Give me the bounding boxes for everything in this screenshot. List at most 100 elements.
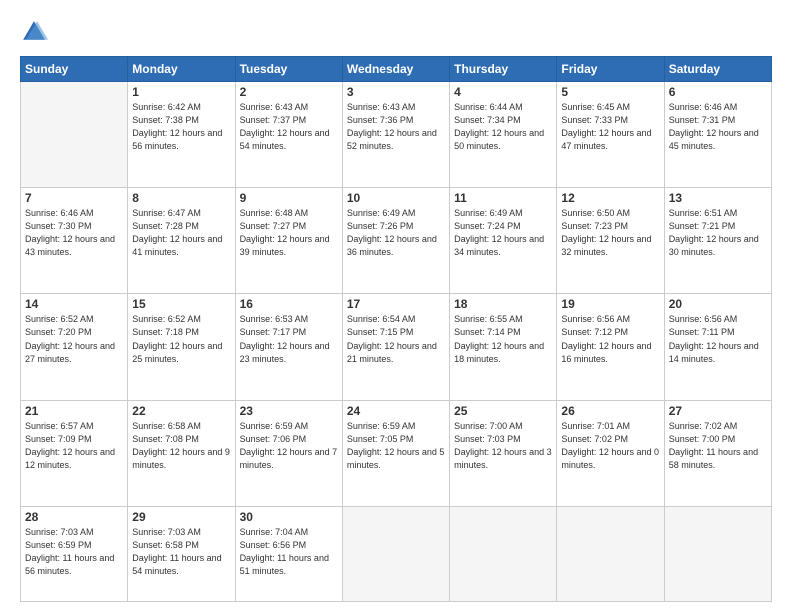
- day-detail: Sunrise: 6:49 AMSunset: 7:24 PMDaylight:…: [454, 207, 552, 259]
- day-number: 3: [347, 85, 445, 99]
- day-detail: Sunrise: 6:51 AMSunset: 7:21 PMDaylight:…: [669, 207, 767, 259]
- day-detail: Sunrise: 7:03 AMSunset: 6:59 PMDaylight:…: [25, 526, 123, 578]
- calendar-cell: 14 Sunrise: 6:52 AMSunset: 7:20 PMDayligh…: [21, 294, 128, 400]
- day-number: 5: [561, 85, 659, 99]
- day-number: 21: [25, 404, 123, 418]
- day-detail: Sunrise: 6:48 AMSunset: 7:27 PMDaylight:…: [240, 207, 338, 259]
- day-number: 9: [240, 191, 338, 205]
- day-detail: Sunrise: 6:46 AMSunset: 7:30 PMDaylight:…: [25, 207, 123, 259]
- day-number: 29: [132, 510, 230, 524]
- day-number: 17: [347, 297, 445, 311]
- weekday-header: Saturday: [664, 57, 771, 82]
- calendar-cell: 17 Sunrise: 6:54 AMSunset: 7:15 PMDayligh…: [342, 294, 449, 400]
- day-detail: Sunrise: 6:47 AMSunset: 7:28 PMDaylight:…: [132, 207, 230, 259]
- calendar-cell: 25 Sunrise: 7:00 AMSunset: 7:03 PMDayligh…: [450, 400, 557, 506]
- day-number: 1: [132, 85, 230, 99]
- day-number: 14: [25, 297, 123, 311]
- day-number: 30: [240, 510, 338, 524]
- calendar-week-row: 21 Sunrise: 6:57 AMSunset: 7:09 PMDayligh…: [21, 400, 772, 506]
- calendar-cell: 13 Sunrise: 6:51 AMSunset: 7:21 PMDayligh…: [664, 188, 771, 294]
- calendar-cell: 12 Sunrise: 6:50 AMSunset: 7:23 PMDayligh…: [557, 188, 664, 294]
- calendar-cell: [450, 506, 557, 601]
- calendar-cell: 16 Sunrise: 6:53 AMSunset: 7:17 PMDayligh…: [235, 294, 342, 400]
- calendar-week-row: 7 Sunrise: 6:46 AMSunset: 7:30 PMDaylight…: [21, 188, 772, 294]
- calendar-cell: [342, 506, 449, 601]
- calendar-cell: 10 Sunrise: 6:49 AMSunset: 7:26 PMDayligh…: [342, 188, 449, 294]
- calendar-cell: 22 Sunrise: 6:58 AMSunset: 7:08 PMDayligh…: [128, 400, 235, 506]
- day-number: 20: [669, 297, 767, 311]
- calendar-cell: 23Sunrise: 6:59 AMSunset: 7:06 PMDayligh…: [235, 400, 342, 506]
- day-number: 7: [25, 191, 123, 205]
- calendar-cell: [21, 82, 128, 188]
- calendar-cell: 4Sunrise: 6:44 AMSunset: 7:34 PMDaylight…: [450, 82, 557, 188]
- calendar-cell: 26 Sunrise: 7:01 AMSunset: 7:02 PMDayligh…: [557, 400, 664, 506]
- day-detail: Sunrise: 6:59 AMSunset: 7:06 PMDaylight:…: [240, 420, 338, 472]
- calendar-cell: 1 Sunrise: 6:42 AMSunset: 7:38 PMDaylight…: [128, 82, 235, 188]
- day-detail: Sunrise: 6:46 AMSunset: 7:31 PMDaylight:…: [669, 101, 767, 153]
- day-detail: Sunrise: 7:04 AMSunset: 6:56 PMDaylight:…: [240, 526, 338, 578]
- day-number: 12: [561, 191, 659, 205]
- calendar-cell: 3 Sunrise: 6:43 AMSunset: 7:36 PMDaylight…: [342, 82, 449, 188]
- day-detail: Sunrise: 6:53 AMSunset: 7:17 PMDaylight:…: [240, 313, 338, 365]
- day-detail: Sunrise: 7:00 AMSunset: 7:03 PMDaylight:…: [454, 420, 552, 472]
- calendar-cell: 21 Sunrise: 6:57 AMSunset: 7:09 PMDayligh…: [21, 400, 128, 506]
- calendar-cell: 24Sunrise: 6:59 AMSunset: 7:05 PMDayligh…: [342, 400, 449, 506]
- calendar-cell: 30 Sunrise: 7:04 AMSunset: 6:56 PMDayligh…: [235, 506, 342, 601]
- day-number: 22: [132, 404, 230, 418]
- day-number: 27: [669, 404, 767, 418]
- calendar-week-row: 1 Sunrise: 6:42 AMSunset: 7:38 PMDaylight…: [21, 82, 772, 188]
- weekday-header: Sunday: [21, 57, 128, 82]
- day-detail: Sunrise: 6:43 AMSunset: 7:37 PMDaylight:…: [240, 101, 338, 153]
- day-detail: Sunrise: 6:57 AMSunset: 7:09 PMDaylight:…: [25, 420, 123, 472]
- day-detail: Sunrise: 7:03 AMSunset: 6:58 PMDaylight:…: [132, 526, 230, 578]
- day-detail: Sunrise: 6:52 AMSunset: 7:20 PMDaylight:…: [25, 313, 123, 365]
- calendar-cell: [664, 506, 771, 601]
- day-detail: Sunrise: 6:43 AMSunset: 7:36 PMDaylight:…: [347, 101, 445, 153]
- day-number: 25: [454, 404, 552, 418]
- weekday-header: Friday: [557, 57, 664, 82]
- day-detail: Sunrise: 6:56 AMSunset: 7:11 PMDaylight:…: [669, 313, 767, 365]
- weekday-header: Wednesday: [342, 57, 449, 82]
- calendar-cell: 28 Sunrise: 7:03 AMSunset: 6:59 PMDayligh…: [21, 506, 128, 601]
- calendar-cell: 11 Sunrise: 6:49 AMSunset: 7:24 PMDayligh…: [450, 188, 557, 294]
- calendar-cell: 8 Sunrise: 6:47 AMSunset: 7:28 PMDaylight…: [128, 188, 235, 294]
- calendar-cell: 20 Sunrise: 6:56 AMSunset: 7:11 PMDayligh…: [664, 294, 771, 400]
- day-detail: Sunrise: 6:56 AMSunset: 7:12 PMDaylight:…: [561, 313, 659, 365]
- day-detail: Sunrise: 6:44 AMSunset: 7:34 PMDaylight:…: [454, 101, 552, 153]
- day-detail: Sunrise: 6:42 AMSunset: 7:38 PMDaylight:…: [132, 101, 230, 153]
- calendar-cell: 15 Sunrise: 6:52 AMSunset: 7:18 PMDayligh…: [128, 294, 235, 400]
- day-detail: Sunrise: 7:01 AMSunset: 7:02 PMDaylight:…: [561, 420, 659, 472]
- day-number: 28: [25, 510, 123, 524]
- calendar-table: SundayMondayTuesdayWednesdayThursdayFrid…: [20, 56, 772, 602]
- page: SundayMondayTuesdayWednesdayThursdayFrid…: [0, 0, 792, 612]
- calendar-cell: 19 Sunrise: 6:56 AMSunset: 7:12 PMDayligh…: [557, 294, 664, 400]
- calendar-cell: 7 Sunrise: 6:46 AMSunset: 7:30 PMDaylight…: [21, 188, 128, 294]
- day-detail: Sunrise: 6:49 AMSunset: 7:26 PMDaylight:…: [347, 207, 445, 259]
- calendar-cell: [557, 506, 664, 601]
- calendar-cell: 2 Sunrise: 6:43 AMSunset: 7:37 PMDaylight…: [235, 82, 342, 188]
- day-number: 24: [347, 404, 445, 418]
- day-number: 26: [561, 404, 659, 418]
- day-number: 15: [132, 297, 230, 311]
- weekday-header: Thursday: [450, 57, 557, 82]
- day-number: 19: [561, 297, 659, 311]
- day-number: 2: [240, 85, 338, 99]
- day-detail: Sunrise: 6:54 AMSunset: 7:15 PMDaylight:…: [347, 313, 445, 365]
- day-detail: Sunrise: 6:58 AMSunset: 7:08 PMDaylight:…: [132, 420, 230, 472]
- calendar-cell: 27 Sunrise: 7:02 AMSunset: 7:00 PMDayligh…: [664, 400, 771, 506]
- day-detail: Sunrise: 6:45 AMSunset: 7:33 PMDaylight:…: [561, 101, 659, 153]
- logo: [20, 18, 52, 46]
- day-detail: Sunrise: 7:02 AMSunset: 7:00 PMDaylight:…: [669, 420, 767, 472]
- day-number: 6: [669, 85, 767, 99]
- calendar-cell: 18 Sunrise: 6:55 AMSunset: 7:14 PMDayligh…: [450, 294, 557, 400]
- day-detail: Sunrise: 6:52 AMSunset: 7:18 PMDaylight:…: [132, 313, 230, 365]
- day-detail: Sunrise: 6:55 AMSunset: 7:14 PMDaylight:…: [454, 313, 552, 365]
- day-number: 8: [132, 191, 230, 205]
- top-area: [20, 18, 772, 46]
- day-number: 18: [454, 297, 552, 311]
- day-number: 16: [240, 297, 338, 311]
- day-number: 11: [454, 191, 552, 205]
- day-number: 13: [669, 191, 767, 205]
- day-number: 10: [347, 191, 445, 205]
- day-detail: Sunrise: 6:50 AMSunset: 7:23 PMDaylight:…: [561, 207, 659, 259]
